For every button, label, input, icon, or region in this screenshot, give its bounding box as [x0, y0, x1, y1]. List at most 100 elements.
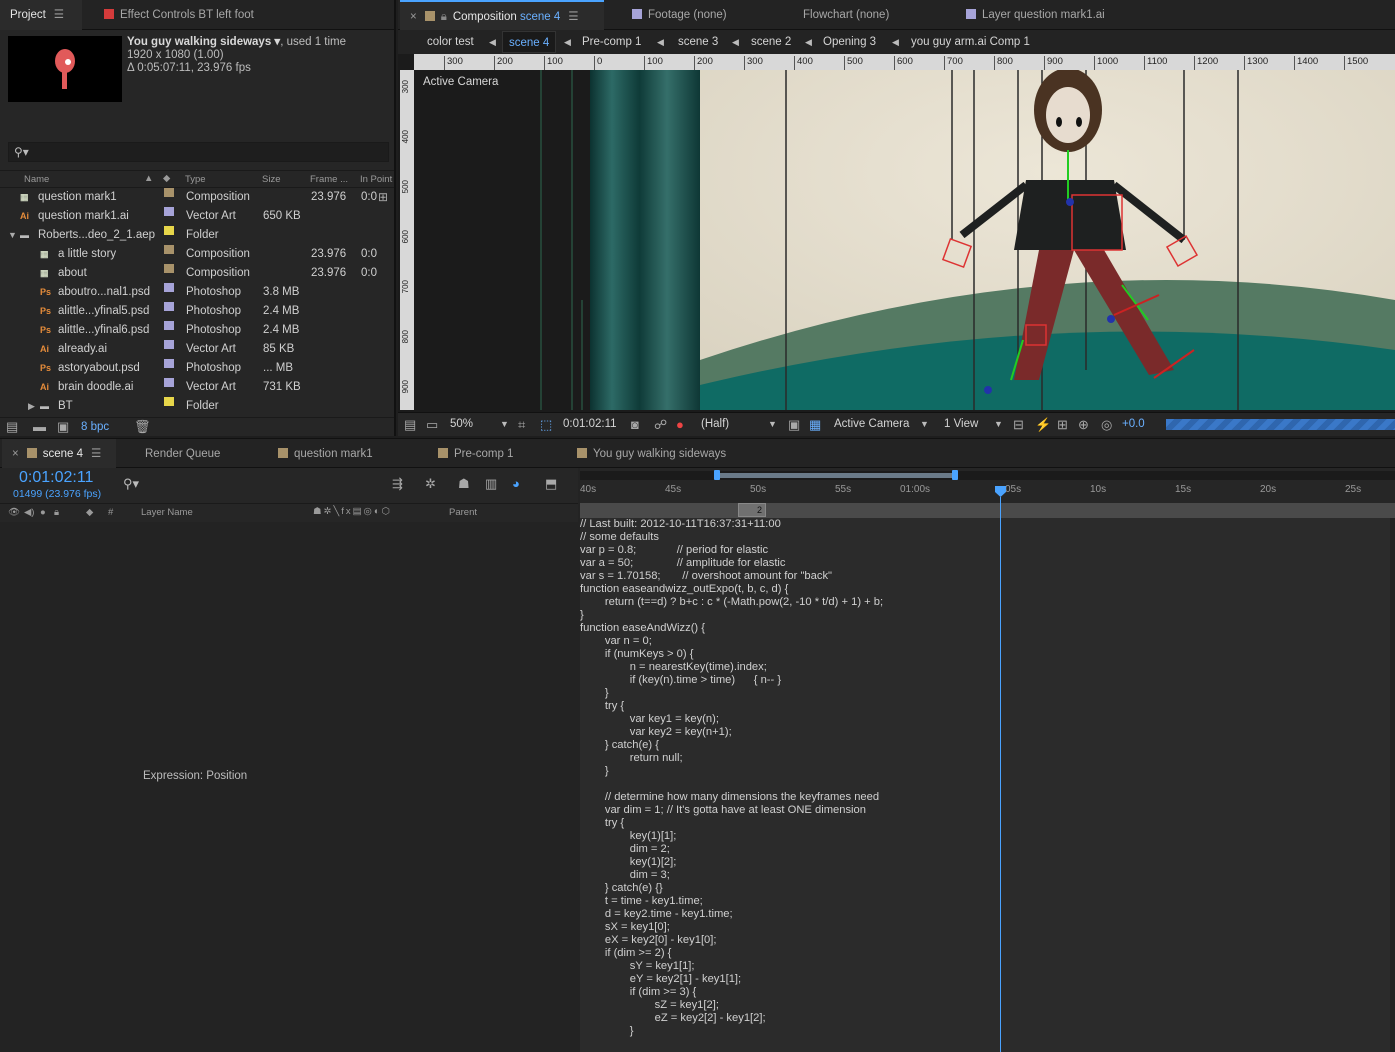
project-search-input[interactable]: ⚲▾: [8, 142, 389, 162]
timeline-toggle-icon[interactable]: ⊞: [1057, 417, 1068, 433]
project-item-row[interactable]: ▦ about Composition 23.976 0:0: [0, 264, 394, 283]
tab-composition[interactable]: × 🔒︎ Composition scene 4 ☰: [400, 0, 604, 30]
label-color-swatch[interactable]: [164, 340, 174, 349]
disclosure-triangle-icon[interactable]: ▶: [28, 397, 35, 416]
flowchart-icon[interactable]: ⊞: [378, 190, 388, 204]
breadcrumb-scene-3[interactable]: scene 3: [678, 31, 718, 53]
expression-code-editor[interactable]: // Last built: 2012-10-11T16:37:31+11:00…: [580, 518, 1390, 1052]
label-color-swatch[interactable]: [164, 188, 174, 197]
disclosure-triangle-icon[interactable]: ▼: [8, 226, 17, 245]
layer-marker[interactable]: 2: [738, 503, 766, 517]
panel-menu-icon[interactable]: ☰: [568, 11, 578, 23]
comp-mini-flowchart-icon[interactable]: ⇶: [392, 476, 403, 492]
time-ruler[interactable]: 40s 45s 50s 55s 01:00s 05s 10s 15s 20s 25s: [580, 468, 1395, 503]
composition-canvas[interactable]: Active Camera: [414, 70, 1395, 410]
column-frame-rate[interactable]: Frame ...: [310, 174, 348, 185]
lock-icon[interactable]: 🔒︎: [441, 11, 447, 23]
close-tab-icon[interactable]: ×: [12, 448, 19, 460]
column-name[interactable]: Name: [24, 174, 49, 185]
work-area-end-handle[interactable]: [952, 470, 958, 480]
work-area-start-handle[interactable]: [714, 470, 720, 480]
label-color-swatch[interactable]: [164, 264, 174, 273]
project-item-row[interactable]: Ps alittle...yfinal6.psd Photoshop 2.4 MB: [0, 321, 394, 340]
label-color-swatch[interactable]: [164, 378, 174, 387]
label-tag-icon[interactable]: ◆: [163, 173, 170, 184]
view-layout-dropdown[interactable]: 1 View: [944, 418, 978, 430]
checkerboard-icon[interactable]: ▦: [809, 417, 821, 433]
timeline-current-time[interactable]: 0:01:02:11: [19, 469, 93, 487]
label-tag-icon[interactable]: ◆: [86, 507, 93, 518]
tab-flowchart[interactable]: Flowchart (none): [793, 0, 899, 30]
interpret-footage-icon[interactable]: ▤: [6, 419, 18, 435]
exposure-reset-icon[interactable]: ◎: [1101, 417, 1112, 433]
label-color-swatch[interactable]: [164, 302, 174, 311]
label-color-swatch[interactable]: [164, 226, 174, 235]
new-composition-icon[interactable]: ▣: [57, 419, 69, 435]
chevron-down-icon[interactable]: ▼: [994, 419, 1003, 429]
monitor-icon[interactable]: ▭: [426, 417, 438, 433]
fast-previews-icon[interactable]: ⚡: [1035, 417, 1051, 433]
breadcrumb-pre-comp-1[interactable]: Pre-comp 1: [582, 31, 641, 53]
breadcrumb-opening-3[interactable]: Opening 3: [823, 31, 876, 53]
current-time-display[interactable]: 0:01:02:11: [563, 418, 617, 430]
flowchart-icon[interactable]: ⊕: [1078, 417, 1089, 433]
zoom-dropdown[interactable]: 50%: [450, 418, 473, 430]
new-folder-icon[interactable]: ▬: [33, 419, 46, 434]
tab-layer[interactable]: Layer question mark1.ai: [956, 0, 1115, 30]
color-channels-icon[interactable]: ●: [676, 417, 684, 432]
pixel-aspect-icon[interactable]: ⊟: [1013, 417, 1024, 433]
bit-depth-button[interactable]: 8 bpc: [81, 421, 109, 433]
resolution-dropdown[interactable]: (Half): [701, 418, 729, 430]
tab-effect-controls[interactable]: Effect Controls BT left foot: [94, 0, 264, 30]
breadcrumb-arm-comp[interactable]: you guy arm.ai Comp 1: [911, 31, 1030, 53]
exposure-value[interactable]: +0.0: [1122, 418, 1145, 430]
label-color-swatch[interactable]: [164, 359, 174, 368]
transparency-grid-icon[interactable]: ⬚: [540, 417, 552, 433]
tab-you-guy-walking[interactable]: You guy walking sideways: [567, 439, 736, 469]
tab-scene-4[interactable]: × scene 4 ☰: [2, 439, 116, 469]
chevron-down-icon[interactable]: ▼: [500, 419, 509, 429]
project-item-row[interactable]: Ai question mark1.ai Vector Art 650 KB: [0, 207, 394, 226]
project-item-row[interactable]: Ai already.ai Vector Art 85 KB: [0, 340, 394, 359]
label-color-swatch[interactable]: [164, 207, 174, 216]
label-color-swatch[interactable]: [164, 397, 174, 406]
visibility-eye-icon[interactable]: 👁︎: [8, 507, 20, 518]
tab-render-queue[interactable]: Render Queue: [135, 439, 230, 469]
project-item-row[interactable]: Ps aboutro...nal1.psd Photoshop 3.8 MB: [0, 283, 394, 302]
target-region-icon[interactable]: ▣: [788, 417, 800, 433]
shy-layers-icon[interactable]: ☗: [458, 476, 470, 492]
draft-3d-icon[interactable]: ✲: [425, 476, 436, 492]
panel-menu-icon[interactable]: ☰: [54, 9, 64, 21]
layer-switches-icons[interactable]: ☗✲╲fx▤◎◐⬡: [313, 506, 392, 517]
sort-up-icon[interactable]: ▲: [144, 173, 153, 184]
project-item-row[interactable]: Ps astoryabout.psd Photoshop ... MB: [0, 359, 394, 378]
project-item-row[interactable]: ▦ question mark1 Composition 23.976 0:0: [0, 188, 394, 207]
label-color-swatch[interactable]: [164, 245, 174, 254]
lock-icon[interactable]: 🔒︎: [54, 507, 59, 518]
column-size[interactable]: Size: [262, 174, 280, 185]
trash-icon[interactable]: 🗑: [134, 419, 151, 435]
camera-view-dropdown[interactable]: Active Camera: [834, 418, 909, 430]
chevron-down-icon[interactable]: ▼: [920, 419, 929, 429]
region-of-interest-icon[interactable]: ⌗: [518, 417, 525, 433]
label-color-swatch[interactable]: [164, 321, 174, 330]
close-tab-icon[interactable]: ×: [410, 11, 417, 23]
tab-project[interactable]: Project ☰: [0, 0, 82, 30]
audio-icon[interactable]: ◀): [24, 507, 34, 518]
always-preview-icon[interactable]: ▤: [404, 417, 416, 433]
project-item-row[interactable]: ▼ ▬ Roberts...deo_2_1.aep Folder: [0, 226, 394, 245]
project-item-row[interactable]: ▦ a little story Composition 23.976 0:0: [0, 245, 394, 264]
search-icon[interactable]: ⚲▾: [123, 476, 139, 492]
frame-blending-icon[interactable]: ▥: [485, 476, 497, 492]
tab-question-mark1[interactable]: question mark1: [268, 439, 383, 469]
project-item-row[interactable]: Ps alittle...yfinal5.psd Photoshop 2.4 MB: [0, 302, 394, 321]
layer-name-column[interactable]: Layer Name: [141, 507, 193, 518]
project-item-row[interactable]: Ai brain doodle.ai Vector Art 731 KB: [0, 378, 394, 397]
solo-icon[interactable]: ●: [40, 507, 46, 518]
breadcrumb-color-test[interactable]: color test: [427, 31, 474, 53]
show-snapshot-icon[interactable]: ☍: [654, 417, 667, 433]
panel-menu-icon[interactable]: ☰: [91, 448, 101, 460]
parent-column[interactable]: Parent: [449, 507, 477, 518]
chevron-down-icon[interactable]: ▼: [768, 419, 777, 429]
graph-editor-icon[interactable]: ⬒: [545, 476, 557, 492]
